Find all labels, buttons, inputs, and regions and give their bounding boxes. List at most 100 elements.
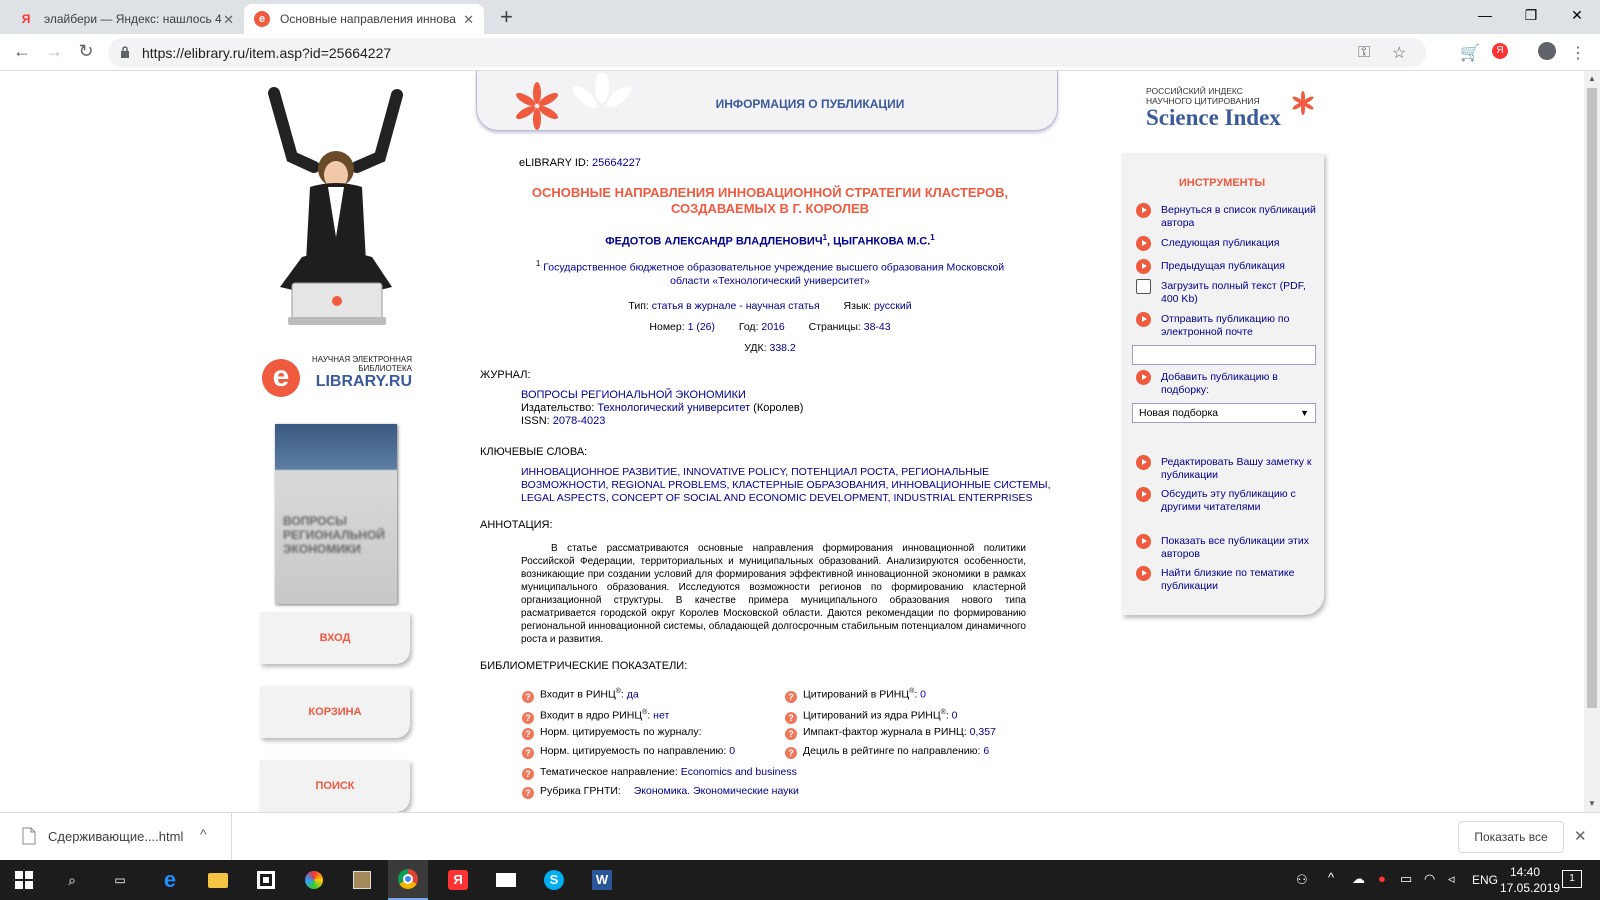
- notifications-icon[interactable]: 1: [1562, 870, 1582, 888]
- maximize-button[interactable]: ❐: [1508, 0, 1554, 30]
- language-indicator[interactable]: ENG: [1472, 873, 1498, 887]
- nav-login-button[interactable]: ВХОД: [260, 612, 410, 664]
- scroll-down-icon[interactable]: ▼: [1588, 799, 1596, 808]
- author-link[interactable]: ЦЫГАНКОВА М.С.: [833, 236, 930, 248]
- profile-avatar-icon[interactable]: [1538, 42, 1556, 60]
- download-filename: Сдерживающие....html: [48, 829, 184, 844]
- scroll-up-icon[interactable]: ▲: [1588, 74, 1596, 83]
- elibrary-id: eLIBRARY ID: 25664227: [519, 157, 641, 169]
- help-icon[interactable]: ?: [522, 728, 534, 740]
- publisher-city: (Королев): [753, 402, 804, 414]
- tab-elibrary[interactable]: e Основные направления иннова ✕: [244, 4, 484, 34]
- publisher-link[interactable]: Технологический университет: [597, 402, 750, 414]
- elibrary-logo[interactable]: e НАУЧНАЯ ЭЛЕКТРОННАЯ БИБЛИОТЕКА LIBRARY…: [262, 353, 412, 397]
- search-icon[interactable]: ⌕: [60, 868, 84, 892]
- tool-send-email[interactable]: Отправить публикацию по электронной почт…: [1136, 312, 1316, 339]
- tool-download-pdf[interactable]: Загрузить полный текст (PDF, 400 Kb): [1136, 279, 1316, 306]
- close-window-button[interactable]: ✕: [1554, 0, 1600, 30]
- nav-cart-button[interactable]: КОРЗИНА: [260, 686, 410, 738]
- udk-value: 338.2: [769, 342, 796, 354]
- affiliation[interactable]: 1 Государственное бюджетное образователь…: [470, 257, 1070, 288]
- file-icon: [22, 827, 36, 845]
- minimize-button[interactable]: —: [1462, 0, 1508, 30]
- journal-name-link[interactable]: ВОПРОСЫ РЕГИОНАЛЬНОЙ ЭКОНОМИКИ: [521, 389, 803, 402]
- close-tab-icon[interactable]: ✕: [463, 12, 474, 28]
- bookmark-star-icon[interactable]: ☆: [1392, 43, 1406, 63]
- downloads-bar: Сдерживающие....html ^ Показать все ✕: [0, 812, 1600, 860]
- show-all-downloads-button[interactable]: Показать все: [1458, 821, 1564, 853]
- key-icon[interactable]: ⚿: [1358, 44, 1370, 62]
- help-icon[interactable]: ?: [522, 711, 534, 724]
- number-value[interactable]: 1 (26): [688, 321, 715, 333]
- file-explorer-icon[interactable]: [206, 868, 230, 892]
- menu-kebab-icon[interactable]: ⋮: [1570, 43, 1586, 63]
- chrome-taskbar-icon[interactable]: [388, 860, 428, 900]
- journal-cover-image[interactable]: ВОПРОСЫ РЕГИОНАЛЬНОЙ ЭКОНОМИКИ: [275, 424, 397, 604]
- science-index-logo[interactable]: РОССИЙСКИЙ ИНДЕКС НАУЧНОГО ЦИТИРОВАНИЯ S…: [1146, 85, 1326, 135]
- task-view-icon[interactable]: ▭: [108, 868, 132, 892]
- word-icon[interactable]: W: [590, 868, 614, 892]
- store-icon[interactable]: [254, 868, 278, 892]
- tool-back-to-author[interactable]: Вернуться в список публикаций автора: [1136, 203, 1316, 230]
- help-icon[interactable]: ?: [785, 711, 797, 724]
- page-scrollbar[interactable]: ▲ ▼: [1584, 71, 1600, 812]
- help-icon[interactable]: ?: [785, 690, 797, 703]
- tool-next-publication[interactable]: Следующая публикация: [1136, 236, 1316, 251]
- decile-value: 6: [983, 745, 990, 757]
- reload-button[interactable]: ↻: [74, 41, 98, 62]
- tool-add-to-collection[interactable]: Добавить публикацию в подборку:: [1136, 370, 1316, 397]
- help-icon[interactable]: ?: [522, 747, 534, 759]
- download-item[interactable]: Сдерживающие....html ^: [0, 813, 232, 860]
- science-index-asterisk-icon: [1292, 91, 1314, 115]
- yandex-extension-icon[interactable]: Я: [1492, 43, 1508, 59]
- cover-title: ВОПРОСЫ РЕГИОНАЛЬНОЙ ЭКОНОМИКИ: [283, 514, 385, 556]
- email-input[interactable]: [1132, 345, 1316, 365]
- help-icon[interactable]: ?: [785, 728, 797, 740]
- grnti-value[interactable]: Экономика. Экономические науки: [634, 785, 799, 797]
- help-icon[interactable]: ?: [522, 768, 534, 780]
- skype-icon[interactable]: S: [542, 868, 566, 892]
- help-icon[interactable]: ?: [785, 747, 797, 759]
- archive-icon[interactable]: [350, 868, 374, 892]
- people-icon[interactable]: ⚇: [1296, 872, 1308, 888]
- back-button[interactable]: ←: [10, 41, 34, 62]
- windows-start-icon[interactable]: [12, 868, 36, 892]
- onedrive-icon[interactable]: ☁: [1352, 871, 1365, 887]
- clock[interactable]: 14:40 17.05.2019: [1500, 864, 1560, 896]
- cart-icon[interactable]: 🛒: [1460, 43, 1480, 63]
- number-label: Номер:: [649, 321, 685, 333]
- tab-yandex[interactable]: Я элайбери — Яндекс: нашлось 4 ✕: [8, 4, 244, 34]
- chevron-up-tray-icon[interactable]: ^: [1328, 870, 1334, 885]
- tool-edit-note[interactable]: Редактировать Вашу заметку к публикации: [1136, 455, 1316, 482]
- tool-discuss[interactable]: Обсудить эту публикацию с другими читате…: [1136, 487, 1316, 514]
- antivirus-icon[interactable]: ●: [1378, 871, 1386, 886]
- help-icon[interactable]: ?: [522, 787, 534, 799]
- close-downloads-icon[interactable]: ✕: [1574, 827, 1587, 845]
- tool-find-similar[interactable]: Найти близкие по тематике публикации: [1136, 566, 1316, 593]
- forward-button[interactable]: →: [42, 41, 66, 62]
- if-value[interactable]: 0,357: [970, 726, 996, 738]
- close-tab-icon[interactable]: ✕: [223, 12, 234, 28]
- new-tab-button[interactable]: +: [500, 4, 513, 30]
- wifi-icon[interactable]: ◠: [1424, 871, 1435, 887]
- tool-prev-publication[interactable]: Предыдущая публикация: [1136, 259, 1316, 274]
- pages-value: 38-43: [863, 321, 891, 333]
- mail-icon[interactable]: [494, 868, 518, 892]
- nav-search-button[interactable]: ПОИСК: [260, 760, 410, 812]
- scrollbar-thumb[interactable]: [1587, 88, 1597, 708]
- chevron-up-icon[interactable]: ^: [200, 826, 207, 842]
- battery-icon[interactable]: ▭: [1400, 871, 1412, 887]
- address-bar[interactable]: https://elibrary.ru/item.asp?id=25664227…: [108, 38, 1426, 67]
- app-icon[interactable]: [302, 868, 326, 892]
- edge-icon[interactable]: e: [158, 867, 182, 892]
- authors: ФЕДОТОВ АЛЕКСАНДР ВЛАДЛЕНОВИЧ1, ЦЫГАНКОВ…: [605, 233, 935, 248]
- help-icon[interactable]: ?: [522, 690, 534, 703]
- yandex-browser-icon[interactable]: Я: [446, 868, 470, 892]
- volume-icon[interactable]: ◃: [1448, 871, 1455, 887]
- tool-show-all-authors[interactable]: Показать все публикации этих авторов: [1136, 534, 1316, 561]
- tab-title: элайбери — Яндекс: нашлось 4: [44, 12, 222, 26]
- arrow-right-circle-icon: [1136, 236, 1151, 251]
- keywords-list[interactable]: ИННОВАЦИОННОЕ РАЗВИТИЕ, INNOVATIVE POLIC…: [521, 466, 1051, 505]
- collection-select[interactable]: Новая подборка ▼: [1132, 403, 1316, 423]
- author-link[interactable]: ФЕДОТОВ АЛЕКСАНДР ВЛАДЛЕНОВИЧ: [605, 236, 822, 248]
